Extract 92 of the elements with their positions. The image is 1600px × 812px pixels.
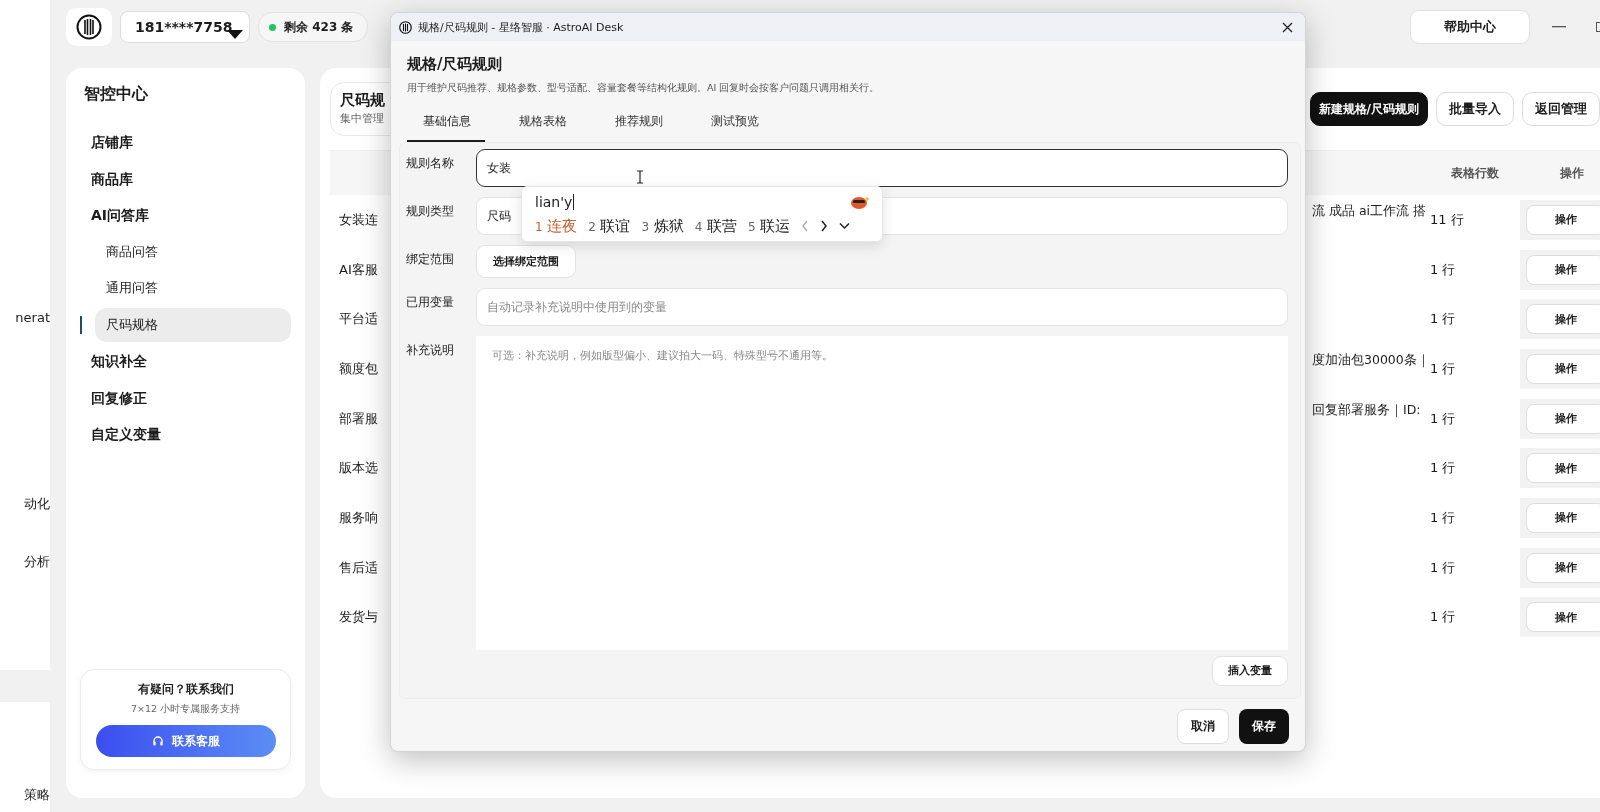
table-cell: 1 行 [1430, 460, 1456, 476]
table-cell: 1 行 [1430, 559, 1456, 575]
column-header: 表格行数 [1450, 164, 1500, 182]
row-action-button[interactable]: 操作 [1526, 304, 1600, 335]
table-cell: 发货与 [339, 609, 378, 625]
candidate-item[interactable]: 2 联谊 [588, 216, 631, 236]
sidebar-item[interactable]: 店铺库 [80, 125, 291, 159]
sidebar-title: 智控中心 [83, 84, 149, 105]
composition-text: lian'y [535, 194, 575, 210]
insert-variable-button[interactable]: 插入变量 [1212, 656, 1288, 686]
table-cell: 1 行 [1430, 509, 1456, 525]
sidebar-item[interactable]: 知识补全 [80, 344, 291, 378]
tab[interactable]: 测试预览 [695, 107, 773, 142]
dialog-heading: 规格/尺码规则 [406, 55, 504, 74]
input-field[interactable]: 女装 [476, 149, 1288, 187]
caret-icon [227, 30, 243, 39]
table-cell: 女装连 [339, 211, 378, 227]
candidate-item[interactable]: 3 炼狱 [641, 216, 684, 236]
table-cell: 部署服 [339, 410, 378, 426]
table-cell: 1 行 [1430, 360, 1456, 376]
row-action-button[interactable]: 操作 [1526, 353, 1600, 384]
tab[interactable]: 推荐规则 [599, 107, 677, 142]
row-action-button[interactable]: 操作 [1526, 602, 1600, 633]
sidebar-subitem[interactable]: 商品问答 [95, 234, 291, 269]
scope-button[interactable]: 选择绑定范围 [476, 245, 576, 278]
window-text: 分析 [24, 553, 50, 571]
save-button[interactable]: 保存 [1239, 709, 1289, 744]
table-cell: 流 成品 ai工作流 搭 [1312, 203, 1427, 218]
table-cell: 售后适 [339, 559, 378, 575]
create-button[interactable]: 新建规格/尺码规则 [1309, 92, 1428, 126]
action-button[interactable]: 返回管理 [1522, 92, 1600, 126]
input-field[interactable]: 自动记录补充说明中使用到的变量 [476, 288, 1288, 326]
table-cell: 度加油包30000条｜ [1312, 352, 1430, 368]
quota-badge: 剩余 423 条 [258, 12, 369, 42]
table-cell: 1 行 [1430, 410, 1456, 426]
close-icon[interactable] [1282, 21, 1293, 33]
column-header: 操作 [1559, 164, 1585, 182]
selection-indicator [80, 315, 82, 334]
row-action-button[interactable]: 操作 [1526, 502, 1600, 533]
tab[interactable]: 规格表格 [503, 107, 581, 142]
window-text: nerat [15, 310, 50, 325]
sidebar-item[interactable]: 回复修正 [80, 380, 291, 415]
text-cursor-icon [636, 170, 644, 184]
contact-title: 有疑问？联系我们 [137, 682, 234, 697]
table-cell: 额度包 [339, 360, 378, 376]
field-label: 已用变量 [406, 294, 455, 311]
expand-icon[interactable] [839, 222, 851, 230]
field-label: 绑定范围 [406, 251, 455, 268]
table-cell: 1 行 [1430, 311, 1456, 327]
candidate-item[interactable]: 4 联营 [694, 216, 737, 236]
table-cell: AI客服 [339, 261, 378, 277]
candidate-item[interactable]: 1 连夜 [535, 216, 578, 236]
sidebar-item[interactable]: AI问答库 [80, 198, 291, 232]
table-cell: 1 行 [1430, 261, 1456, 277]
window-title: 规格/尺码规则 - 星络智服 · AstroAI Desk [418, 19, 624, 35]
sidebar-subitem[interactable]: 通用问答 [95, 271, 291, 305]
field-label: 规则名称 [406, 155, 455, 172]
table-cell: 服务响 [339, 509, 378, 525]
table-cell: 1 行 [1430, 609, 1456, 625]
mascot-icon [850, 194, 870, 210]
window-text: 动化 [24, 495, 50, 513]
logo-icon [66, 8, 112, 46]
dialog-description: 用于维护尺码推荐、规格参数、型号适配、容量套餐等结构化规则。AI 回复时会按客户问题只调用相关行。 [406, 82, 881, 95]
contact-button[interactable]: 联系客服 [95, 725, 276, 757]
table-cell: 平台适 [339, 311, 378, 327]
candidate-item[interactable]: 5 联运 [748, 216, 791, 236]
row-action-button[interactable]: 操作 [1526, 403, 1600, 434]
page-title: 尺码规 [340, 91, 385, 110]
row-action-button[interactable]: 操作 [1526, 204, 1600, 235]
table-cell: 版本选 [339, 460, 378, 476]
minimize-icon[interactable] [1552, 26, 1566, 28]
help-button[interactable]: 帮助中心 [1410, 10, 1530, 44]
row-action-button[interactable]: 操作 [1526, 552, 1600, 583]
headset-icon [151, 735, 164, 747]
sidebar-item[interactable]: 自定义变量 [80, 417, 291, 451]
field-label: 补充说明 [406, 342, 455, 359]
row-action-button[interactable]: 操作 [1526, 453, 1600, 484]
next-icon[interactable] [820, 220, 829, 232]
page-subtitle: 集中管理 [340, 112, 384, 126]
sidebar-item[interactable]: 商品库 [80, 161, 291, 196]
text-area[interactable]: 可选：补充说明，例如版型偏小、建议拍大一码、特殊型号不通用等。 [476, 336, 1288, 650]
table-cell: 回复部署服务｜ID: [1312, 401, 1421, 417]
row-action-button[interactable]: 操作 [1526, 254, 1600, 285]
table-cell: 11 行 [1430, 211, 1464, 227]
sidebar-subitem[interactable]: 尺码规格 [95, 307, 291, 342]
action-button[interactable]: 批量导入 [1436, 92, 1514, 126]
field-label: 规则类型 [406, 203, 455, 220]
logo-icon [399, 20, 412, 34]
cancel-button[interactable]: 取消 [1177, 709, 1229, 744]
window-text: 策略 [24, 786, 50, 804]
account-dropdown[interactable]: 181****7758 [120, 11, 250, 43]
contact-subtitle: 7×12 小时专属服务支持 [130, 703, 241, 716]
